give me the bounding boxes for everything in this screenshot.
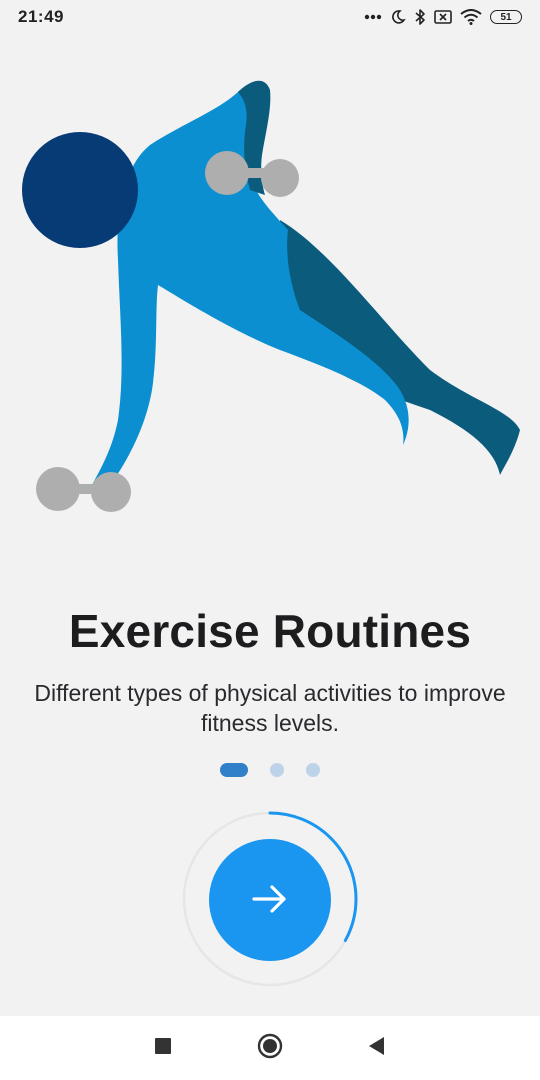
page-dot-1-active: [220, 763, 248, 777]
home-circle-icon: [257, 1033, 283, 1064]
bluetooth-icon: [414, 8, 426, 26]
exercise-figure-illustration: [22, 80, 520, 512]
page-indicator: [0, 763, 540, 777]
home-button[interactable]: [250, 1028, 290, 1068]
system-nav-bar: [0, 1016, 540, 1080]
recents-square-icon: [154, 1037, 172, 1060]
battery-icon: 51: [490, 10, 522, 24]
status-icons: 51: [364, 8, 522, 26]
next-button-container: [181, 810, 359, 988]
more-dots-icon: [364, 14, 382, 20]
page-dot-3: [306, 763, 320, 777]
sim-off-icon: [434, 9, 452, 25]
onboarding-screen: 21:49 51 Exercise Routines Different typ…: [0, 0, 540, 1080]
status-bar: 21:49 51: [0, 0, 540, 34]
arrow-right-icon: [251, 884, 289, 917]
recents-button[interactable]: [143, 1028, 183, 1068]
next-button[interactable]: [209, 839, 331, 961]
lower-dumbbell: [36, 467, 131, 512]
page-title: Exercise Routines: [68, 605, 472, 657]
page-dot-2: [270, 763, 284, 777]
back-button[interactable]: [357, 1028, 397, 1068]
figure-head: [22, 132, 138, 248]
back-triangle-icon: [368, 1036, 386, 1061]
wifi-icon: [460, 9, 482, 25]
page-subtitle: Different types of physical activities t…: [34, 680, 506, 736]
status-time: 21:49: [18, 7, 64, 26]
moon-icon: [390, 9, 406, 25]
